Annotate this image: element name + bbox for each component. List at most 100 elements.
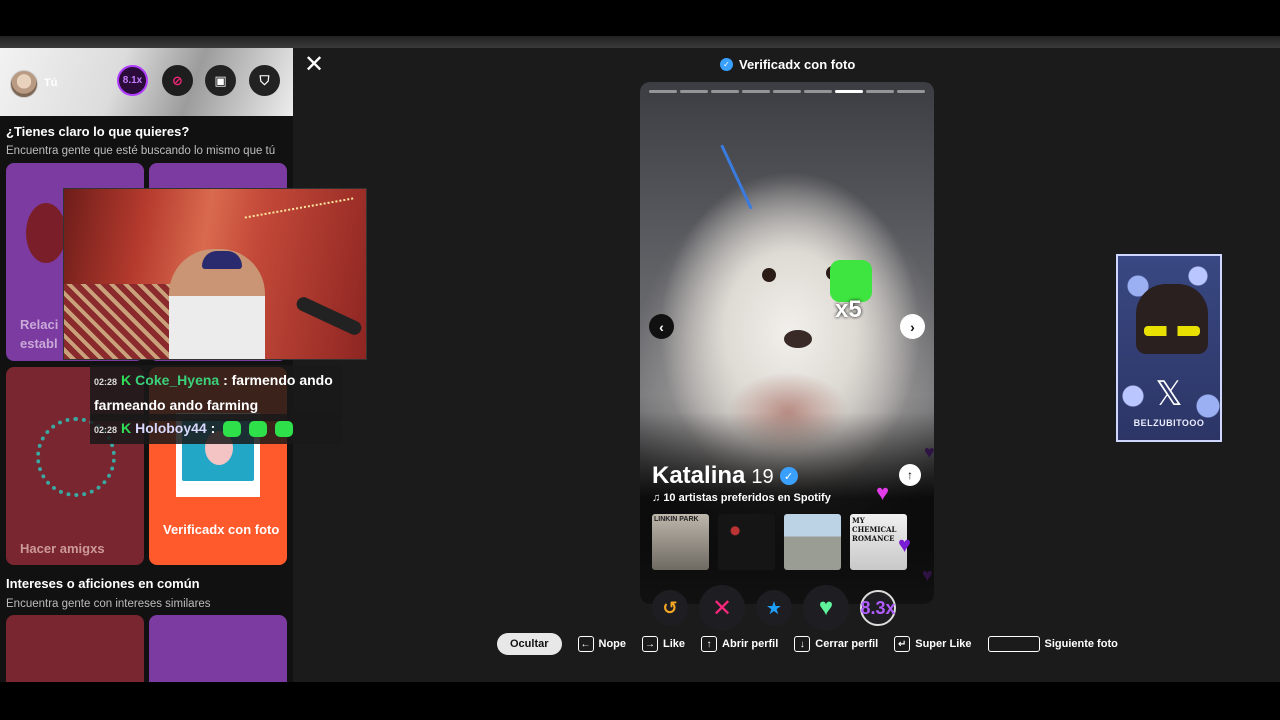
hint-label: Like — [663, 638, 686, 650]
hint-label: Cerrar perfil — [815, 638, 879, 650]
card-interest-2[interactable] — [149, 615, 287, 682]
progress-segment — [742, 90, 770, 93]
key-right-icon: → — [642, 636, 659, 652]
heart-icon: ♥ — [922, 565, 933, 585]
keyboard-hints: Ocultar ← Nope → Like ↑ Abrir perfil ↓ Cerra… — [497, 633, 1128, 655]
next-photo-button[interactable]: › — [900, 314, 925, 339]
hint-label: Abrir perfil — [722, 638, 779, 650]
bed — [64, 284, 174, 359]
string-lights — [244, 197, 354, 219]
card-interest-1[interactable] — [6, 615, 144, 682]
card-label: Hacer amigxs — [20, 541, 105, 556]
heart-icon: ♥ — [924, 442, 935, 462]
card-label: Relaci establ — [20, 317, 59, 351]
chat-text: : — [210, 420, 216, 436]
hint-close: ↓ Cerrar perfil — [794, 636, 878, 652]
progress-segment — [835, 90, 863, 93]
action-bar: ↺ ✕ ★ ♥ 8.3x — [652, 585, 896, 631]
boost-button[interactable]: 8.1x — [117, 65, 148, 96]
chat-time: 02:28 — [94, 425, 118, 435]
hint-nope: ← Nope — [577, 636, 627, 652]
key-space-icon — [987, 636, 1040, 652]
hint-next: Siguiente foto — [987, 636, 1118, 652]
emote-multiplier: x5 — [835, 296, 862, 323]
bottom-bar — [0, 682, 1280, 720]
close-icon: ✕ — [711, 594, 733, 622]
album-title: LINKIN PARK — [654, 516, 699, 523]
spotify-text: 10 artistas preferidos en Spotify — [663, 492, 831, 504]
dog-eye — [762, 268, 776, 282]
heart-icon: ♥ — [818, 594, 834, 621]
cap — [202, 251, 242, 269]
security-button[interactable]: ⛉ — [249, 65, 280, 96]
open-profile-button[interactable]: ↑ — [899, 464, 921, 486]
user-label: Tú — [44, 77, 58, 89]
album-cover[interactable]: LINKIN PARK — [652, 514, 709, 570]
progress-segment — [866, 90, 894, 93]
profile-card[interactable]: ‹ › x5 Katalina 19 ✓ ↑ ♫ 10 artistas pre… — [640, 82, 934, 604]
key-left-icon: ← — [577, 636, 594, 652]
nope-button[interactable]: ✕ — [699, 585, 745, 631]
hint-super: ↵ Super Like — [894, 636, 972, 652]
boost-label: 8.3x — [860, 597, 896, 618]
x-logo-icon: 𝕏 — [1155, 375, 1183, 413]
hint-label: Nope — [598, 638, 627, 650]
album-list: LINKIN PARK MY CHEMICAL ROMANCE — [652, 514, 907, 570]
section-subtitle: Encuentra gente con intereses similares — [6, 598, 211, 610]
cat-illustration — [1136, 284, 1208, 354]
profile-name-row: Katalina 19 ✓ — [652, 462, 798, 490]
verified-icon: ✓ — [779, 467, 798, 485]
album-cover[interactable] — [718, 514, 775, 570]
progress-segment — [649, 90, 677, 93]
webcam-overlay — [63, 188, 367, 360]
briefcase-button[interactable]: ▣ — [205, 65, 236, 96]
super-like-button[interactable]: ★ — [756, 590, 792, 626]
music-icon: ♫ — [652, 492, 661, 504]
progress-segment — [773, 90, 801, 93]
sidebar-header: Tú 8.1x ⊘ ▣ ⛉ — [0, 48, 293, 116]
shield-icon: ⛉ — [259, 72, 270, 88]
key-up-icon: ↑ — [701, 636, 718, 652]
boost-button[interactable]: 8.3x — [860, 590, 896, 626]
top-bar — [0, 0, 1280, 40]
chevron-left-icon: ‹ — [659, 318, 664, 335]
section-title: Intereses o aficiones en común — [6, 576, 200, 591]
explore-button[interactable]: ⊘ — [162, 65, 193, 96]
kick-icon: K — [121, 372, 132, 388]
chat-user: Coke_Hyena — [135, 372, 220, 388]
star-icon: ★ — [765, 597, 783, 618]
avatar[interactable] — [10, 70, 38, 98]
photo-detail — [720, 144, 753, 210]
chat-time: 02:28 — [94, 377, 118, 387]
emote-icon — [223, 421, 242, 438]
briefcase-icon: ▣ — [214, 72, 227, 88]
stream-sticker: 𝕏 BELZUBITOOO — [1116, 254, 1222, 442]
chat-message: 02:28 K Coke_Hyena : farmendo ando farmean… — [90, 365, 342, 421]
section-title: ¿Tienes claro lo que quieres? — [6, 124, 190, 139]
hint-open: ↑ Abrir perfil — [701, 636, 778, 652]
chevron-right-icon: › — [910, 318, 915, 335]
key-enter-icon: ↵ — [894, 636, 911, 652]
profile-name: Katalina — [652, 462, 746, 489]
progress-segment — [711, 90, 739, 93]
emote-icon — [275, 421, 294, 438]
progress-segment — [804, 90, 832, 93]
section-subtitle: Encuentra gente que esté buscando lo mis… — [6, 145, 276, 157]
rewind-button[interactable]: ↺ — [652, 590, 688, 626]
prev-photo-button[interactable]: ‹ — [649, 314, 674, 339]
sticker-handle: BELZUBITOOO — [1133, 418, 1205, 428]
card-label: Verificadx con foto — [163, 522, 280, 537]
screen: Tú 8.1x ⊘ ▣ ⛉ ¿Tienes claro lo que quier… — [0, 0, 1280, 720]
album-cover[interactable] — [784, 514, 841, 570]
boost-label: 8.1x — [122, 75, 143, 86]
hint-label: Super Like — [915, 638, 972, 650]
key-down-icon: ↓ — [794, 636, 811, 652]
heart-icon: ♥ — [898, 532, 912, 557]
chat-user: Holoboy44 — [135, 420, 207, 436]
close-button[interactable]: ✕ — [304, 53, 324, 77]
progress-segment — [897, 90, 925, 93]
browser-strip — [0, 36, 1280, 48]
hide-hints-button[interactable]: Ocultar — [497, 633, 562, 655]
emote-icon — [249, 421, 268, 438]
like-button[interactable]: ♥ — [803, 585, 849, 631]
